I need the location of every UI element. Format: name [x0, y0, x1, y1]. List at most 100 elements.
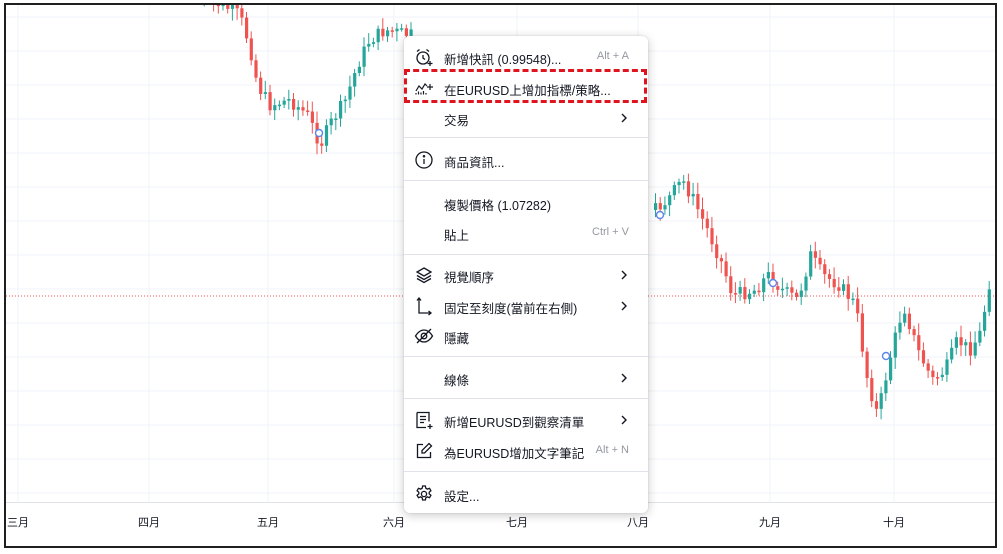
candle-body [846, 284, 850, 300]
candle-body [254, 60, 258, 78]
time-axis-label: 十月 [883, 517, 905, 529]
candle-body [334, 118, 338, 120]
candle-body [663, 205, 667, 210]
candle-body [324, 125, 329, 146]
pin-to-scale-icon [414, 296, 434, 316]
menu-item-label: 視覺順序 [444, 271, 495, 285]
candle-body [691, 193, 695, 197]
chart-context-menu: 新增快訊 (0.99548)... Alt + A 在EURUSD上增加指標/策… [404, 36, 648, 513]
candle-body [259, 77, 263, 94]
candle-body [320, 143, 324, 146]
candle-body [780, 288, 785, 291]
chevron-right-icon [618, 110, 630, 126]
candle-body [940, 374, 944, 378]
candle-body [400, 28, 404, 30]
candle-body [912, 329, 916, 336]
menu-item-lines[interactable]: 線條 [404, 363, 648, 393]
shortcut-text: Alt + N [595, 444, 629, 456]
event-marker[interactable] [768, 278, 778, 288]
candle-body [682, 181, 686, 183]
menu-item-label: 為EURUSD增加文字筆記 [444, 447, 585, 461]
candle-body [959, 337, 963, 346]
time-axis-label: 三月 [7, 517, 29, 529]
candle-body [273, 105, 277, 111]
menu-item-label: 新增EURUSD到觀察清單 [444, 416, 585, 430]
candle-body [715, 244, 719, 259]
candle-body [367, 43, 371, 47]
candle-body [743, 287, 747, 300]
candle-body [748, 293, 752, 300]
menu-item-paste[interactable]: 貼上 Ctrl + V [404, 218, 648, 248]
menu-item-hide[interactable]: 隱藏 [404, 321, 648, 351]
candle-body [776, 286, 780, 290]
candle-body [733, 293, 738, 295]
candle-body [818, 257, 822, 265]
menu-separator [404, 398, 648, 399]
menu-separator [404, 356, 648, 357]
candle-body [301, 107, 305, 111]
candle-body [245, 17, 249, 39]
candle-body [216, 5, 220, 7]
candle-body [376, 28, 380, 43]
candle-body [658, 203, 662, 210]
candle-body [973, 342, 977, 356]
menu-item-visual-order[interactable]: 視覺順序 [404, 260, 648, 290]
menu-item-add-indicator[interactable]: 在EURUSD上增加指標/策略... [404, 73, 648, 103]
time-axis-label: 七月 [506, 517, 528, 529]
candle-body [235, 5, 239, 9]
candle-body [809, 251, 813, 277]
menu-item-trade[interactable]: 交易 [404, 103, 648, 133]
menu-item-label: 複製價格 (1.07282) [444, 199, 551, 213]
candle-body [221, 5, 225, 7]
menu-item-settings[interactable]: 設定... [404, 479, 648, 509]
candle-body [306, 110, 310, 112]
time-axis-label: 六月 [383, 517, 405, 529]
candle-body [310, 111, 314, 123]
candle-body [987, 289, 991, 312]
candle-body [950, 347, 954, 360]
menu-item-symbol-info[interactable]: 商品資訊... [404, 145, 648, 175]
event-marker[interactable] [314, 128, 324, 138]
candle-body [672, 185, 676, 196]
candle-body [292, 98, 296, 110]
menu-item-add-watchlist[interactable]: 新增EURUSD到觀察清單 [404, 405, 648, 435]
event-marker[interactable] [655, 210, 665, 220]
candle-body [903, 313, 907, 323]
gear-icon [414, 484, 434, 504]
candle-body [827, 274, 832, 279]
candle-body [230, 5, 235, 9]
menu-item-pin-scale[interactable]: 固定至刻度(當前在右側) [404, 291, 648, 321]
menu-item-label: 新增快訊 (0.99548)... [444, 53, 562, 67]
event-marker[interactable] [881, 351, 891, 361]
candle-body [348, 86, 352, 100]
candle-body [724, 261, 728, 277]
time-axis-label: 五月 [257, 517, 279, 529]
candle-body [339, 100, 343, 119]
candle-body [296, 107, 300, 110]
candle-body [381, 28, 385, 37]
candle-body [865, 351, 869, 379]
candle-body [705, 218, 709, 229]
candle-body [884, 380, 888, 394]
candle-body [954, 337, 958, 348]
candle-body [357, 66, 361, 74]
candle-body [677, 181, 681, 186]
menu-item-label: 線條 [444, 374, 470, 388]
candle-body [879, 393, 883, 409]
candle-body [983, 311, 987, 331]
menu-item-add-note[interactable]: 為EURUSD增加文字筆記 Alt + N [404, 436, 648, 466]
candle-body [823, 264, 827, 275]
menu-item-label: 設定... [444, 490, 480, 504]
menu-separator [404, 180, 648, 181]
candle-body [282, 100, 286, 105]
candle-body [926, 363, 930, 371]
candle-body [738, 287, 742, 294]
chevron-right-icon [618, 267, 630, 283]
candle-body [893, 332, 897, 358]
candle-body [395, 28, 399, 32]
candle-body [766, 272, 770, 279]
menu-separator [404, 137, 648, 138]
shortcut-text: Alt + A [596, 50, 629, 62]
menu-item-copy-price[interactable]: 複製價格 (1.07282) [404, 188, 648, 218]
menu-item-add-alert[interactable]: 新增快訊 (0.99548)... Alt + A [404, 42, 648, 72]
